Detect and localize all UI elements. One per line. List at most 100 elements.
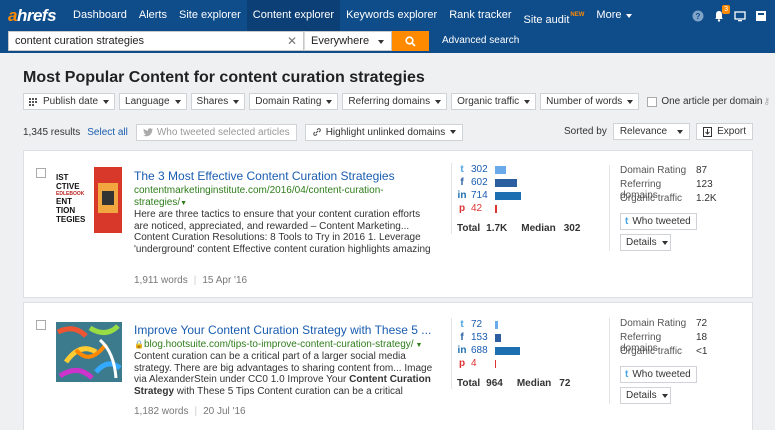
sorted-by-label: Sorted by: [564, 126, 607, 137]
share-totals: Total 1.7K Median 302: [457, 223, 581, 234]
nav-rank-tracker[interactable]: Rank tracker: [443, 0, 517, 31]
share-bar: [495, 178, 517, 187]
organic-traffic-value: 1.2K: [696, 193, 717, 204]
pinterest-shares-row[interactable]: p 42: [457, 202, 586, 215]
nav-site-explorer[interactable]: Site explorer: [173, 0, 247, 31]
filter-bar: Publish date Language Shares Domain Rati…: [23, 93, 770, 110]
ahrefs-logo[interactable]: ahrefs: [8, 6, 57, 26]
result-select-checkbox[interactable]: [36, 320, 46, 330]
publish-date: 15 Apr '16: [202, 275, 248, 286]
twitter-icon: t: [460, 164, 464, 175]
article-title-link[interactable]: The 3 Most Effective Content Curation St…: [134, 169, 395, 183]
results-count: 1,345 results: [23, 126, 81, 138]
nav-site-audit[interactable]: Site auditNEW: [518, 0, 591, 31]
one-article-checkbox[interactable]: [647, 96, 658, 107]
twitter-shares-row[interactable]: t 302: [457, 163, 586, 176]
social-shares: t 72 f 153 in 688 p4 Total 964 Median 72: [451, 318, 586, 389]
word-count: 1,182 words: [134, 406, 189, 417]
result-select-checkbox[interactable]: [36, 168, 46, 178]
advanced-search-link[interactable]: Advanced search: [442, 35, 519, 46]
share-bar: [495, 346, 520, 355]
filter-organic-traffic[interactable]: Organic traffic: [451, 93, 537, 110]
filter-shares[interactable]: Shares: [190, 93, 246, 110]
url-dropdown-caret[interactable]: ▼: [416, 342, 423, 349]
organic-traffic-value: <1: [696, 346, 708, 357]
thumbnail-text-line: TEGIES: [56, 215, 86, 224]
filter-number-of-words[interactable]: Number of words: [540, 93, 640, 110]
linkedin-shares-row[interactable]: in 714: [457, 189, 586, 202]
details-dropdown[interactable]: Details: [620, 387, 671, 404]
linkedin-shares-row[interactable]: in 688: [457, 344, 586, 357]
monitor-icon[interactable]: [734, 10, 746, 22]
search-input[interactable]: content curation strategies: [8, 31, 304, 51]
filter-domain-rating[interactable]: Domain Rating: [249, 93, 339, 110]
article-snippet: Here are three tactics to ensure that yo…: [134, 209, 431, 255]
median-shares: 72: [559, 378, 571, 389]
key-icon: ⚷: [763, 96, 771, 106]
select-all-link[interactable]: Select all: [87, 127, 128, 138]
export-icon: [703, 126, 713, 137]
new-badge: NEW: [570, 12, 585, 18]
twitter-shares-row[interactable]: t 72: [457, 318, 586, 331]
article-thumbnail[interactable]: IST CTIVE EDLEBOOK ENT TION TEGIES: [56, 167, 122, 233]
thumbnail-text-line: TION: [56, 206, 76, 215]
domain-metrics: Domain Rating 72 Referring domains 18 Orga…: [609, 318, 744, 404]
highlight-unlinked-domains-dropdown[interactable]: Highlight unlinked domains: [304, 123, 464, 141]
pinterest-icon: p: [458, 358, 466, 369]
pinterest-icon: p: [458, 203, 466, 214]
share-bar: [495, 359, 496, 368]
who-tweeted-button[interactable]: t Who tweeted: [620, 366, 697, 383]
nav-keywords-explorer[interactable]: Keywords explorer: [340, 0, 443, 31]
twitter-icon: [143, 127, 153, 136]
filter-publish-date[interactable]: Publish date: [23, 93, 116, 110]
search-bar: content curation strategies ✕ Everywhere…: [0, 31, 775, 53]
nav-dashboard[interactable]: Dashboard: [67, 0, 133, 31]
export-button[interactable]: Export: [696, 123, 753, 140]
details-dropdown[interactable]: Details: [620, 234, 671, 251]
who-tweeted-button[interactable]: t Who tweeted: [620, 213, 697, 230]
link-icon: [312, 128, 321, 136]
article-meta: 1,911 words | 15 Apr '16: [134, 275, 248, 286]
account-icon[interactable]: [755, 10, 767, 22]
thumbnail-text-line: IST: [56, 173, 69, 182]
help-icon[interactable]: ?: [692, 10, 704, 22]
article-meta: 1,182 words | 20 Jul '16: [134, 406, 246, 417]
article-thumbnail[interactable]: [56, 322, 122, 382]
facebook-icon: f: [460, 332, 464, 343]
pinterest-shares-row[interactable]: p4: [457, 357, 586, 370]
facebook-shares-row[interactable]: f 153: [457, 331, 586, 344]
one-article-per-domain-toggle[interactable]: One article per domain ⚷: [647, 96, 770, 107]
search-scope-select[interactable]: Everywhere: [304, 31, 392, 51]
svg-text:?: ?: [696, 12, 701, 21]
article-title-link[interactable]: Improve Your Content Curation Strategy w…: [134, 323, 431, 337]
notification-count: 3: [722, 4, 730, 14]
nav-content-explorer[interactable]: Content explorer: [246, 0, 341, 31]
sort-select[interactable]: Relevance: [612, 123, 691, 140]
article-url[interactable]: contentmarketinginstitute.com/2016/04/co…: [134, 185, 384, 210]
lock-icon: 🔒: [134, 340, 144, 349]
filter-referring-domains[interactable]: Referring domains: [342, 93, 448, 110]
twitter-icon: t: [460, 319, 464, 330]
share-bar: [495, 165, 506, 174]
share-totals: Total 964 Median 72: [457, 378, 571, 389]
word-count: 1,911 words: [134, 275, 188, 286]
who-tweeted-selected-button[interactable]: Who tweeted selected articles: [135, 123, 297, 141]
top-navigation: ahrefs Dashboard Alerts Site explorer Co…: [0, 0, 775, 31]
total-shares: 1.7K: [486, 223, 508, 234]
share-bar: [495, 320, 498, 329]
result-card: IST CTIVE EDLEBOOK ENT TION TEGIES The 3…: [23, 150, 753, 298]
domain-rating-value: 87: [696, 165, 708, 176]
thumbnail-text-line: CTIVE: [56, 182, 80, 191]
facebook-shares-row[interactable]: f 602: [457, 176, 586, 189]
nav-alerts[interactable]: Alerts: [133, 0, 173, 31]
search-button[interactable]: [392, 31, 429, 51]
filter-language[interactable]: Language: [119, 93, 187, 110]
clear-search-icon[interactable]: ✕: [287, 34, 297, 48]
domain-rating-value: 72: [696, 318, 708, 329]
nav-more[interactable]: More: [590, 0, 638, 31]
share-bar: [495, 191, 521, 200]
url-dropdown-caret[interactable]: ▼: [180, 200, 187, 207]
publish-date: 20 Jul '16: [203, 406, 246, 417]
notifications-bell-icon[interactable]: 3: [713, 4, 730, 22]
result-card: Improve Your Content Curation Strategy w…: [23, 302, 753, 430]
